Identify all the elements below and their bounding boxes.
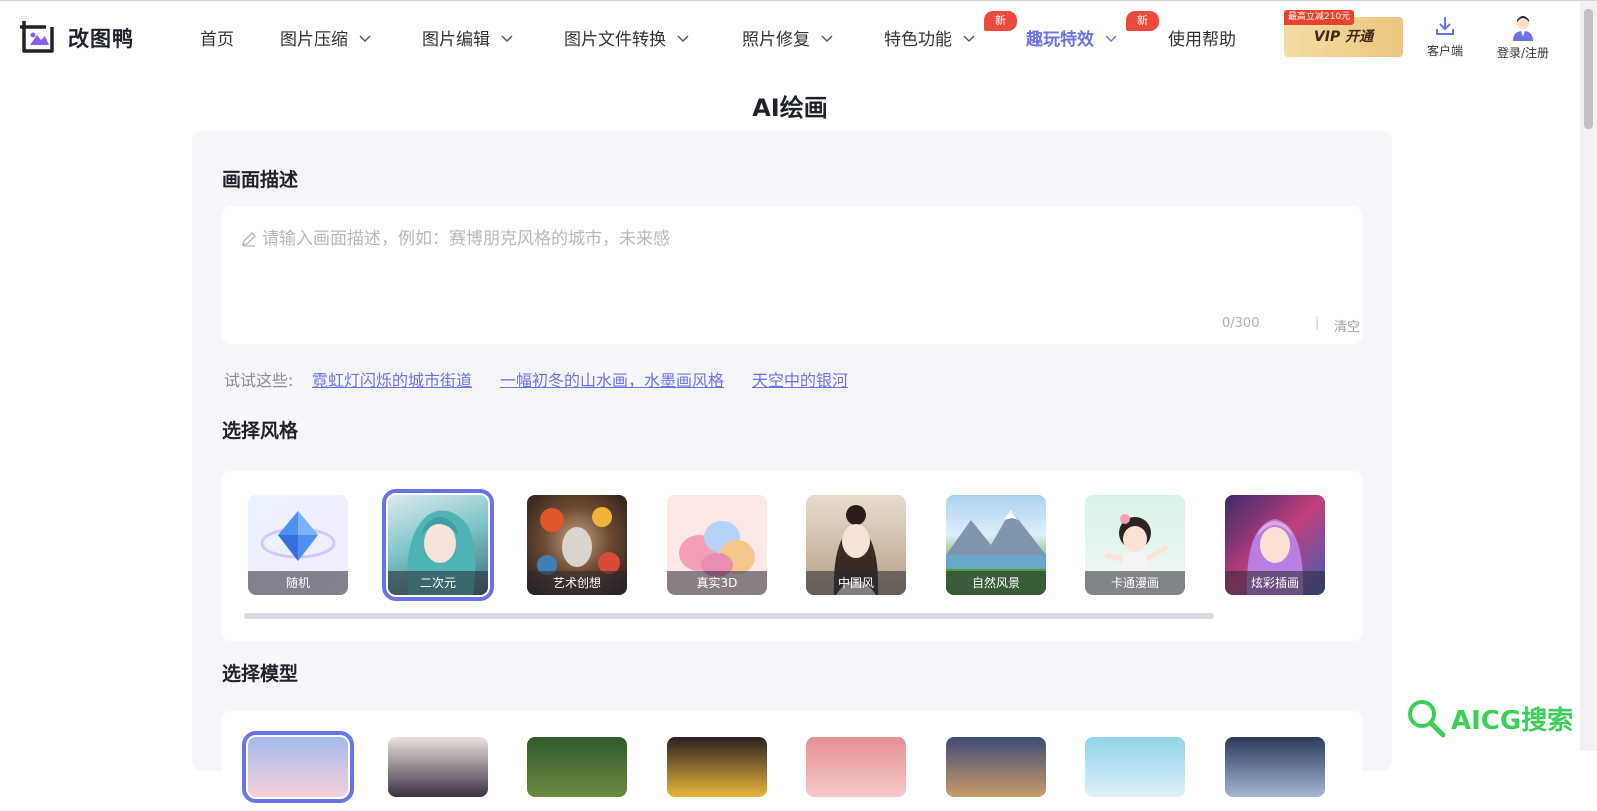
magnifier-icon xyxy=(1408,700,1446,738)
model-selector xyxy=(222,711,1362,811)
style-card-3d[interactable]: 真实3D xyxy=(667,495,767,595)
client-label: 客户端 xyxy=(1426,44,1463,58)
description-input[interactable] xyxy=(262,224,1262,254)
nav-photo-repair-label: 照片修复 xyxy=(742,30,810,50)
ai-drawing-panel: 画面描述 0/300 | 清空 试试这些: 霓虹灯闪烁的城市街道 一幅初冬的山水… xyxy=(192,131,1392,811)
description-title: 画面描述 xyxy=(222,169,299,191)
nav-fun-effects-label: 趣玩特效 xyxy=(1026,30,1094,50)
nav-fun-effects[interactable]: 趣玩特效 xyxy=(1026,25,1118,50)
login-label: 登录/注册 xyxy=(1496,46,1550,60)
model-card[interactable] xyxy=(527,737,627,797)
nav-image-compress[interactable]: 图片压缩 xyxy=(280,25,372,50)
chevron-down-icon xyxy=(677,35,689,42)
vip-discount-tag: 最高立减210元 xyxy=(1284,10,1355,25)
style-card-anime[interactable]: 二次元 xyxy=(382,489,494,601)
style-card-random[interactable]: 随机 xyxy=(248,495,348,595)
chevron-down-icon xyxy=(501,35,513,42)
style-card-chinese[interactable]: 中国风 xyxy=(806,495,906,595)
style-title: 选择风格 xyxy=(222,420,299,442)
nav-help[interactable]: 使用帮助 xyxy=(1168,25,1236,50)
page-title: AI绘画 xyxy=(752,94,828,122)
divider: | xyxy=(1315,315,1320,330)
style-card-nature[interactable]: 自然风景 xyxy=(946,495,1046,595)
chevron-down-icon xyxy=(1105,35,1117,42)
scrollbar-thumb[interactable] xyxy=(1584,9,1593,129)
style-selector: 随机 二次元 艺术创想 真实3D 中国风 自然风景 卡通漫画 炫彩插画 xyxy=(222,471,1362,641)
try-example-link[interactable]: 天空中的银河 xyxy=(752,367,848,391)
try-label: 试试这些: xyxy=(224,371,294,390)
nav-file-convert-label: 图片文件转换 xyxy=(564,30,666,50)
nav-image-edit-label: 图片编辑 xyxy=(422,30,490,50)
model-card[interactable] xyxy=(667,737,767,797)
model-card[interactable] xyxy=(1085,737,1185,797)
aicg-watermark: AICG搜索 xyxy=(1405,697,1573,739)
nav-home[interactable]: 首页 xyxy=(200,25,234,50)
try-example-link[interactable]: 霓虹灯闪烁的城市街道 xyxy=(312,367,472,391)
chevron-down-icon xyxy=(359,35,371,42)
nav-file-convert[interactable]: 图片文件转换 xyxy=(564,25,690,50)
logo-icon[interactable] xyxy=(20,17,56,55)
style-label: 自然风景 xyxy=(946,571,1046,595)
nav-featured-label: 特色功能 xyxy=(884,30,952,50)
style-label: 中国风 xyxy=(806,571,906,595)
avatar-icon xyxy=(1513,16,1533,41)
style-card-colorful[interactable]: 炫彩插画 xyxy=(1225,495,1325,595)
model-card[interactable] xyxy=(946,737,1046,797)
style-label: 随机 xyxy=(248,571,348,595)
site-header: 改图鸭 首页 图片压缩 图片编辑 图片文件转换 照片修复 特色功能 新 趣玩特效… xyxy=(0,1,1580,69)
style-label: 卡通漫画 xyxy=(1085,571,1185,595)
model-title: 选择模型 xyxy=(222,663,299,685)
style-scrollbar[interactable] xyxy=(244,613,1214,619)
style-label: 二次元 xyxy=(388,571,488,595)
client-download-button[interactable]: 客户端 xyxy=(1420,15,1470,59)
watermark-text: AICG搜索 xyxy=(1451,705,1574,736)
nav-featured[interactable]: 特色功能 xyxy=(884,25,976,50)
description-box: 0/300 | 清空 xyxy=(222,206,1362,344)
char-counter: 0/300 xyxy=(1222,316,1260,331)
nav-help-label: 使用帮助 xyxy=(1168,30,1236,50)
login-register-button[interactable]: 登录/注册 xyxy=(1488,15,1558,61)
new-badge: 新 xyxy=(984,11,1017,31)
download-icon xyxy=(1436,17,1454,35)
chevron-down-icon xyxy=(821,35,833,42)
style-label: 真实3D xyxy=(667,571,767,595)
model-card[interactable] xyxy=(242,731,354,803)
style-card-art[interactable]: 艺术创想 xyxy=(527,495,627,595)
model-card[interactable] xyxy=(1225,737,1325,797)
nav-image-edit[interactable]: 图片编辑 xyxy=(422,25,514,50)
brand-name[interactable]: 改图鸭 xyxy=(68,23,134,53)
model-card[interactable] xyxy=(388,737,488,797)
pencil-icon xyxy=(242,232,256,247)
model-card[interactable] xyxy=(806,737,906,797)
nav-photo-repair[interactable]: 照片修复 xyxy=(742,25,834,50)
page-scrollbar[interactable] xyxy=(1580,1,1597,751)
chevron-down-icon xyxy=(963,35,975,42)
style-label: 艺术创想 xyxy=(527,571,627,595)
new-badge: 新 xyxy=(1126,11,1159,31)
nav-image-compress-label: 图片压缩 xyxy=(280,30,348,50)
try-example-link[interactable]: 一幅初冬的山水画，水墨画风格 xyxy=(500,367,724,391)
nav-home-label: 首页 xyxy=(200,30,234,50)
clear-button[interactable]: 清空 xyxy=(1334,316,1360,335)
style-card-cartoon[interactable]: 卡通漫画 xyxy=(1085,495,1185,595)
style-label: 炫彩插画 xyxy=(1225,571,1325,595)
